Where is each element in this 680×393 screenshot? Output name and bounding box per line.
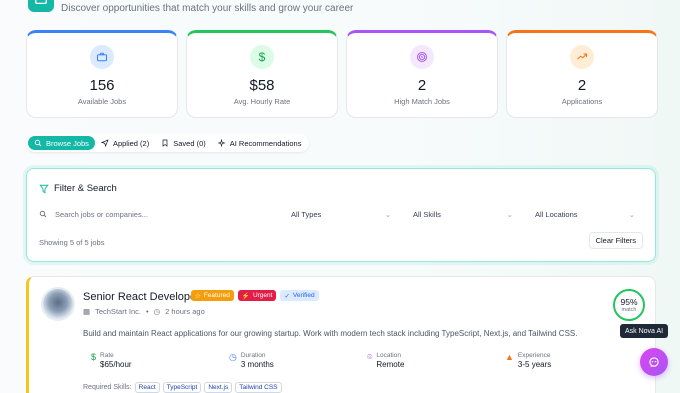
company-logo xyxy=(41,287,75,321)
clear-filters-button[interactable]: Clear Filters xyxy=(588,232,643,249)
location-value: Remote xyxy=(376,360,405,369)
ask-nova-button[interactable] xyxy=(640,348,668,376)
job-card[interactable]: Senior React Developer ☆ Featured ⚡ Urgent… xyxy=(26,276,656,393)
rate-value: $65/hour xyxy=(100,360,132,369)
job-meta: ▦ TechStart Inc. • ◷ 2 hours ago xyxy=(83,307,205,316)
match-label: match xyxy=(621,307,637,313)
job-title[interactable]: Senior React Developer xyxy=(83,291,200,303)
tab-label: Applied (2) xyxy=(112,138,150,148)
stat-value: 156 xyxy=(89,77,115,94)
separator: • xyxy=(145,307,149,316)
stat-label: Applications xyxy=(561,97,603,106)
stat-value: 2 xyxy=(417,77,427,94)
ask-nova-tooltip: Ask Nova AI xyxy=(620,324,669,338)
tab-label: Browse Jobs xyxy=(46,138,89,148)
types-select[interactable]: All Types ⌄ xyxy=(291,207,391,221)
location-label: Location xyxy=(376,352,401,359)
page-subtitle: Discover opportunities that match your s… xyxy=(61,3,354,14)
job-tabs: Browse Jobs Applied (2) Saved (0) AI Rec… xyxy=(26,134,310,152)
required-skills: Required Skills: React TypeScript Next.j… xyxy=(83,382,282,393)
chevron-down-icon: ⌄ xyxy=(384,209,391,219)
dollar-icon: $ xyxy=(91,352,97,362)
featured-label: Featured xyxy=(203,292,230,299)
verified-badge: ✓ Verified xyxy=(280,290,319,301)
chat-bot-icon xyxy=(649,357,659,368)
skill-tag: Tailwind CSS xyxy=(235,382,282,393)
search-icon xyxy=(34,139,42,147)
graduation-cap-icon: ▲ xyxy=(505,352,514,362)
job-badges: ☆ Featured ⚡ Urgent ✓ Verified xyxy=(191,290,319,301)
search-placeholder: Search jobs or companies... xyxy=(55,209,148,219)
locations-select[interactable]: All Locations ⌄ xyxy=(535,207,635,221)
filter-title: Filter & Search xyxy=(39,183,117,194)
job-details: $ Rate $65/hour ◷ Duration 3 months ⌾ Loca… xyxy=(91,352,643,369)
urgent-badge: ⚡ Urgent xyxy=(237,290,277,301)
skill-tag: TypeScript xyxy=(162,382,202,393)
search-input[interactable]: Search jobs or companies... xyxy=(39,207,274,221)
stats-row: 156 Available Jobs $ $58 Avg. Hourly Rat… xyxy=(26,30,658,118)
featured-badge: ☆ Featured xyxy=(191,290,234,301)
stat-high-match-jobs: 2 High Match Jobs xyxy=(346,30,498,118)
stat-label: Available Jobs xyxy=(77,97,127,106)
duration-label: Duration xyxy=(240,352,266,359)
locations-value: All Locations xyxy=(535,209,578,219)
briefcase-logo-icon xyxy=(28,0,54,12)
urgent-label: Urgent xyxy=(252,292,273,299)
skills-label: Required Skills: xyxy=(83,384,132,391)
skill-tag: Next.js xyxy=(204,382,233,393)
trending-up-icon xyxy=(570,45,594,69)
match-percent: 95% xyxy=(620,297,638,307)
tab-saved[interactable]: Saved (0) xyxy=(155,136,212,150)
stat-available-jobs: 156 Available Jobs xyxy=(26,30,178,118)
chevron-down-icon: ⌄ xyxy=(506,209,513,219)
rate-label: Rate xyxy=(100,352,114,359)
lightning-icon: ⚡ xyxy=(241,292,250,300)
stat-value: 2 xyxy=(577,77,587,94)
skills-select[interactable]: All Skills ⌄ xyxy=(413,207,513,221)
duration-info: ◷ Duration 3 months xyxy=(229,352,367,369)
chevron-down-icon: ⌄ xyxy=(628,209,635,219)
stat-label: High Match Jobs xyxy=(394,97,450,106)
tab-label: Saved (0) xyxy=(173,138,206,148)
skill-tag: React xyxy=(134,382,160,393)
briefcase-icon xyxy=(90,45,114,69)
match-score: 95% match xyxy=(613,289,645,321)
star-icon: ☆ xyxy=(195,292,201,300)
posted-time: 2 hours ago xyxy=(165,307,205,316)
tab-browse-jobs[interactable]: Browse Jobs xyxy=(28,136,95,150)
clock-icon: ◷ xyxy=(153,307,161,316)
map-pin-icon: ⌾ xyxy=(367,352,373,362)
filter-icon xyxy=(39,184,49,194)
rate-info: $ Rate $65/hour xyxy=(91,352,229,369)
check-circle-icon: ✓ xyxy=(284,292,290,300)
stat-applications: 2 Applications xyxy=(506,30,658,118)
tab-label: AI Recommendations xyxy=(229,138,302,148)
tab-applied[interactable]: Applied (2) xyxy=(95,136,155,150)
send-icon xyxy=(100,139,109,147)
sparkles-icon xyxy=(217,139,226,147)
results-count: Showing 5 of 5 jobs xyxy=(39,238,105,247)
company-name: TechStart Inc. xyxy=(95,307,141,316)
verified-label: Verified xyxy=(292,292,315,299)
experience-label: Experience xyxy=(517,352,551,359)
search-icon xyxy=(39,210,47,218)
target-icon xyxy=(410,45,434,69)
stat-label: Avg. Hourly Rate xyxy=(233,97,291,106)
experience-value: 3-5 years xyxy=(517,360,552,369)
stat-value: $58 xyxy=(249,77,275,94)
clock-icon: ◷ xyxy=(229,352,237,362)
filter-title-label: Filter & Search xyxy=(54,183,117,194)
stat-avg-hourly-rate: $ $58 Avg. Hourly Rate xyxy=(186,30,338,118)
tab-ai-recommendations[interactable]: AI Recommendations xyxy=(212,136,308,150)
experience-info: ▲ Experience 3-5 years xyxy=(505,352,643,369)
filter-panel: Filter & Search Search jobs or companies… xyxy=(26,168,656,262)
location-info: ⌾ Location Remote xyxy=(367,352,505,369)
types-value: All Types xyxy=(291,209,322,219)
bookmark-icon xyxy=(162,139,168,147)
building-icon: ▦ xyxy=(83,307,91,316)
duration-value: 3 months xyxy=(240,360,274,369)
skills-value: All Skills xyxy=(413,209,441,219)
dollar-icon: $ xyxy=(250,45,274,69)
job-description: Build and maintain React applications fo… xyxy=(83,329,578,338)
